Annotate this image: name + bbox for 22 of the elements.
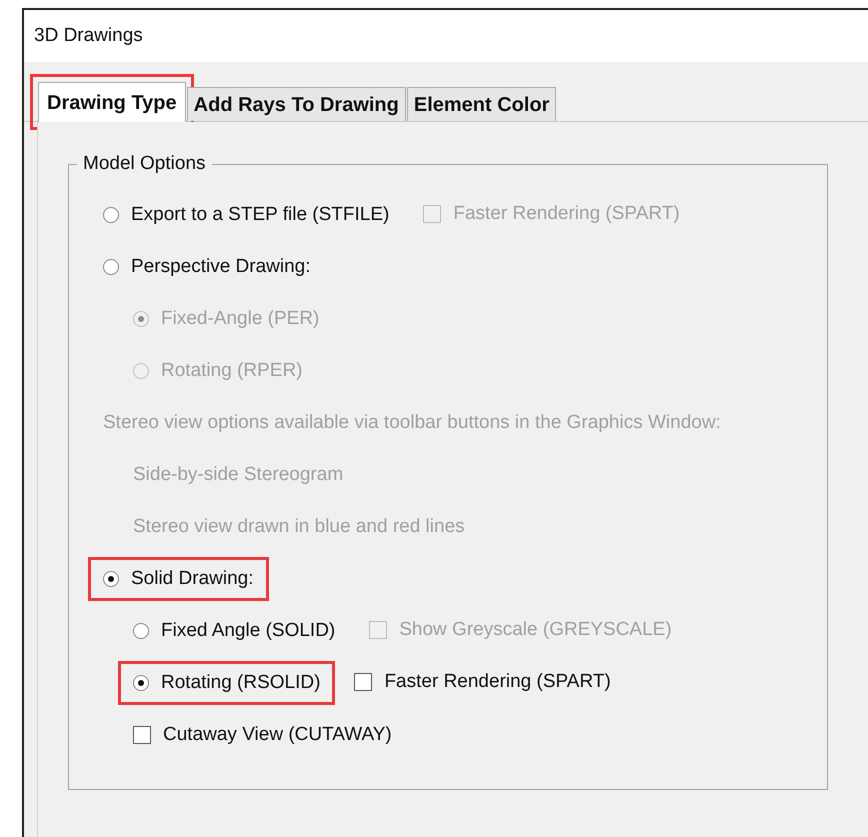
checkbox[interactable] xyxy=(133,726,151,744)
radio-button[interactable] xyxy=(133,675,149,691)
tab[interactable]: Add Rays To Drawing xyxy=(186,87,406,121)
checkbox-option[interactable]: Cutaway View (CUTAWAY) xyxy=(118,713,407,757)
hint-text: Side-by-side Stereogram xyxy=(133,464,344,486)
window-title: 3D Drawings xyxy=(34,25,143,47)
radio-button[interactable] xyxy=(103,207,119,223)
radio-option[interactable]: Solid Drawing: xyxy=(88,557,268,601)
radio-button[interactable] xyxy=(133,623,149,639)
hint-text: Stereo view options available via toolbar buttons in the Graphics Window: xyxy=(103,412,721,434)
radio-button[interactable] xyxy=(103,259,119,275)
tab[interactable]: Drawing Type xyxy=(38,82,186,122)
hint-text: Stereo view drawn in blue and red lines xyxy=(133,516,465,538)
checkbox[interactable] xyxy=(354,672,372,690)
radio-button[interactable] xyxy=(103,571,119,587)
checkbox-option[interactable]: Faster Rendering (SPART) xyxy=(339,660,626,704)
tab[interactable]: Element Color xyxy=(406,87,556,121)
radio-option[interactable]: Rotating (RSOLID) xyxy=(118,661,336,705)
radio-option[interactable]: Export to a STEP file (STFILE) xyxy=(88,193,404,237)
group-title: Model Options xyxy=(77,153,212,175)
radio-option[interactable]: Fixed Angle (SOLID) xyxy=(118,609,350,653)
radio-option[interactable]: Perspective Drawing: xyxy=(88,245,326,289)
